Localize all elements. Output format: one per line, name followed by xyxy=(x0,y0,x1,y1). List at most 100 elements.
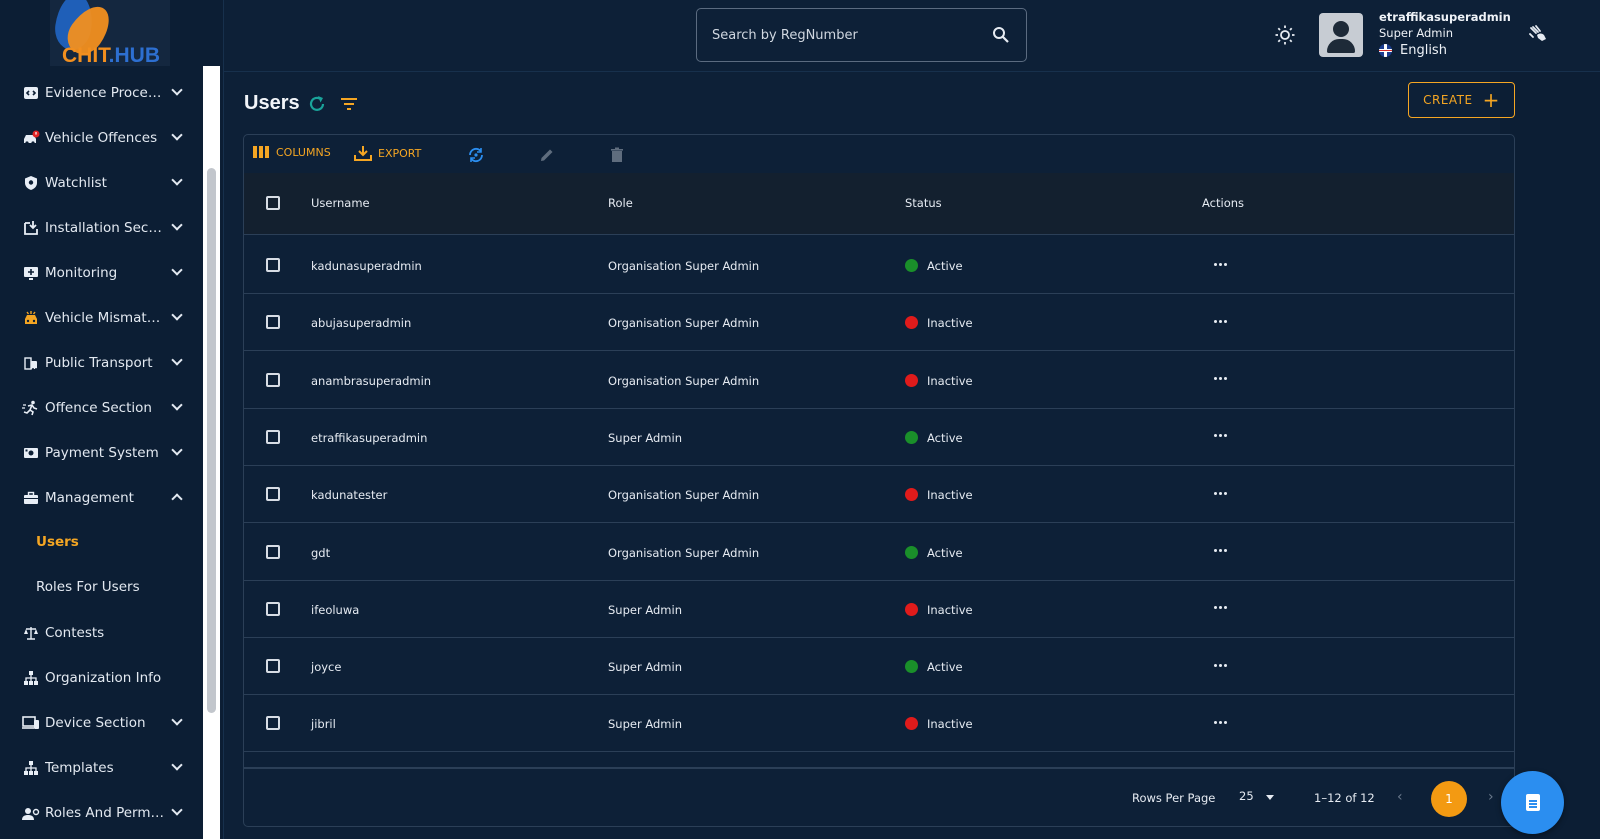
status-dot-icon xyxy=(905,259,918,272)
more-actions-icon[interactable] xyxy=(1210,430,1230,442)
row-checkbox[interactable] xyxy=(266,601,280,616)
caret-down-icon[interactable] xyxy=(1266,795,1274,800)
chevron-up-icon xyxy=(171,493,183,505)
row-checkbox[interactable] xyxy=(266,659,280,674)
more-actions-icon[interactable] xyxy=(1210,258,1230,270)
more-actions-icon[interactable] xyxy=(1210,373,1230,385)
sidebar-item-label: Contests xyxy=(45,624,105,641)
sun-icon[interactable] xyxy=(1274,24,1296,46)
table-row[interactable]: anambrasuperadmin Organisation Super Admi… xyxy=(244,351,1514,409)
columns-button[interactable]: COLUMNS xyxy=(252,145,331,159)
more-actions-icon[interactable] xyxy=(1210,602,1230,614)
sidebar-item-evidence-processing[interactable]: Evidence Processi... xyxy=(0,70,207,115)
table-row[interactable]: etraffikasuperadmin Super Admin Active xyxy=(244,408,1514,466)
sidebar-subitem-users[interactable]: Users xyxy=(36,534,79,550)
more-actions-icon[interactable] xyxy=(1210,659,1230,671)
sidebar-item-management[interactable]: Management xyxy=(0,475,207,520)
column-header-status[interactable]: Status xyxy=(905,196,942,210)
language-selector[interactable]: English xyxy=(1379,43,1447,58)
more-actions-icon[interactable] xyxy=(1210,545,1230,557)
prev-page-icon[interactable]: ‹ xyxy=(1397,789,1403,805)
current-page-button[interactable]: 1 xyxy=(1431,781,1467,817)
search-icon[interactable] xyxy=(992,26,1010,44)
more-actions-icon[interactable] xyxy=(1210,487,1230,499)
row-checkbox[interactable] xyxy=(266,487,280,502)
columns-icon xyxy=(253,146,269,158)
sidebar-item-vehicle-offences[interactable]: Vehicle Offences xyxy=(0,115,207,160)
cell-role: Super Admin xyxy=(608,430,682,445)
sidebar-item-templates[interactable]: Templates xyxy=(0,745,207,790)
sidebar-item-roles-and-permissions[interactable]: Roles And Permis... xyxy=(0,790,207,835)
row-checkbox[interactable] xyxy=(266,372,280,387)
table-row[interactable]: kadunasuperadmin Organisation Super Admin… xyxy=(244,236,1514,294)
sidebar-item-payment-system[interactable]: Payment System xyxy=(0,430,207,475)
sidebar-item-organization-info[interactable]: Organization Info xyxy=(0,655,207,700)
floating-document-button[interactable] xyxy=(1501,771,1564,834)
cell-username: jibril xyxy=(311,717,336,732)
row-checkbox[interactable] xyxy=(266,429,280,444)
sidebar-item-monitoring[interactable]: Monitoring xyxy=(0,250,207,295)
sidebar-subitem-roles-for-users[interactable]: Roles For Users xyxy=(36,579,140,595)
top-header: etraffikasuperadmin Super Admin English xyxy=(224,0,1600,72)
table-row[interactable]: kadunatester Organisation Super Admin Inac… xyxy=(244,465,1514,524)
search-input[interactable] xyxy=(697,9,987,61)
export-button[interactable]: EXPORT xyxy=(354,145,421,161)
cell-username: gdt xyxy=(311,545,331,560)
cell-username: etraffikasuperadmin xyxy=(311,430,428,445)
table-row[interactable]: joyce Super Admin Active xyxy=(244,637,1514,696)
pagination-range: 1–12 of 12 xyxy=(1314,791,1375,805)
avatar-head xyxy=(1333,21,1349,37)
cell-username: kadunasuperadmin xyxy=(311,259,422,273)
sidebar-item-contests[interactable]: Contests xyxy=(0,610,207,655)
sync-icon[interactable] xyxy=(467,146,485,164)
row-checkbox[interactable] xyxy=(266,544,280,559)
sidebar-item-watchlist[interactable]: Watchlist xyxy=(0,160,207,205)
column-header-username[interactable]: Username xyxy=(311,196,370,210)
scale-icon xyxy=(22,624,40,642)
sidebar-item-label: Templates xyxy=(45,759,114,776)
sidebar-item-label: Vehicle Offences xyxy=(45,129,158,146)
sidebar-item-label: Evidence Processi... xyxy=(45,84,165,101)
table-row[interactable]: abujasuperadmin Organisation Super Admin I… xyxy=(244,293,1514,352)
cell-status: Active xyxy=(927,430,963,445)
cell-role: Super Admin xyxy=(608,717,682,732)
row-checkbox[interactable] xyxy=(266,315,280,330)
sign-language-icon[interactable] xyxy=(1528,24,1548,44)
column-header-role[interactable]: Role xyxy=(608,196,633,210)
edit-icon[interactable] xyxy=(538,146,556,164)
status-dot-icon xyxy=(905,602,918,616)
row-checkbox[interactable] xyxy=(266,258,280,272)
cell-status: Inactive xyxy=(927,316,973,331)
table-row[interactable]: ifeoluwa Super Admin Inactive xyxy=(244,580,1514,638)
logo-text-part2: .HUB xyxy=(108,44,161,66)
table-toolbar: COLUMNS EXPORT xyxy=(244,135,1514,173)
sidebar-scrollbar-thumb[interactable] xyxy=(207,168,216,713)
delete-icon[interactable] xyxy=(608,146,626,164)
sidebar-item-installation-section[interactable]: Installation Section xyxy=(0,205,207,250)
table-row[interactable]: jibril Super Admin Inactive xyxy=(244,694,1514,753)
uk-flag-icon xyxy=(1379,44,1392,57)
next-page-icon[interactable]: › xyxy=(1488,789,1494,805)
status-dot-icon xyxy=(905,430,918,444)
sidebar-item-offence-section[interactable]: Offence Section xyxy=(0,385,207,430)
row-checkbox[interactable] xyxy=(266,716,280,731)
create-button[interactable]: CREATE + xyxy=(1408,82,1515,118)
sidebar-item-vehicle-mismatch[interactable]: Vehicle Mismatch... xyxy=(0,295,207,340)
brand-logo[interactable]: CHIT.HUB xyxy=(50,0,170,66)
user-role: Super Admin xyxy=(1379,26,1453,40)
refresh-icon[interactable] xyxy=(307,94,327,114)
sidebar: CHIT.HUB Evidence Processi... Vehicle Of… xyxy=(0,0,224,839)
sidebar-item-device-section[interactable]: Device Section xyxy=(0,700,207,745)
select-all-checkbox[interactable] xyxy=(266,196,280,210)
table-row[interactable]: gdt Organisation Super Admin Active xyxy=(244,523,1514,581)
avatar[interactable] xyxy=(1319,13,1363,57)
columns-label: COLUMNS xyxy=(276,145,331,159)
rows-per-page-select[interactable]: 25 xyxy=(1239,789,1254,803)
filter-icon[interactable] xyxy=(340,96,358,112)
user-name: etraffikasuperadmin xyxy=(1379,10,1511,24)
more-actions-icon[interactable] xyxy=(1210,716,1230,728)
org-icon xyxy=(22,669,40,687)
document-icon xyxy=(1525,794,1540,811)
more-actions-icon[interactable] xyxy=(1210,315,1230,327)
sidebar-item-public-transport[interactable]: Public Transport xyxy=(0,340,207,385)
